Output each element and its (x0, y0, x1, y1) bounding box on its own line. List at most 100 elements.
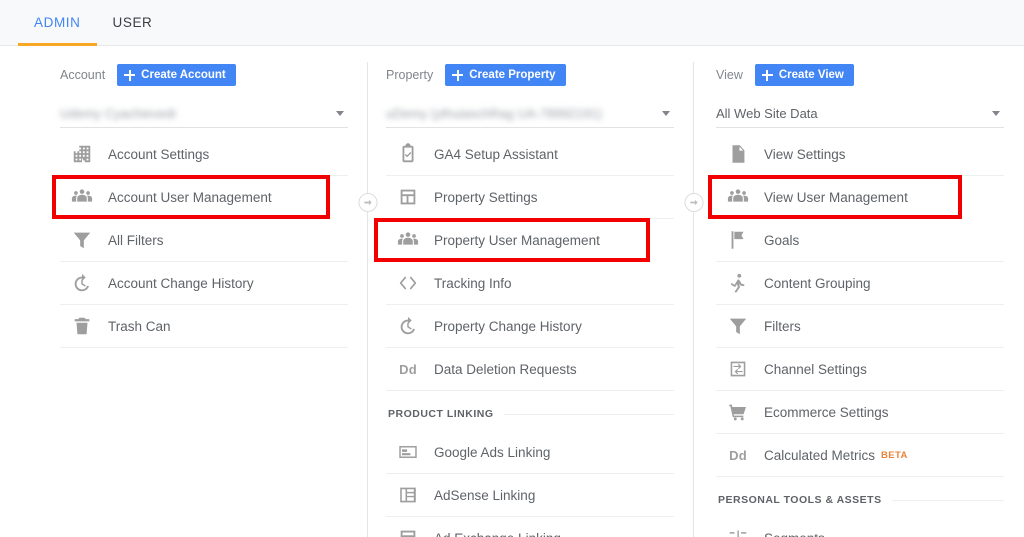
view-selector-value: All Web Site Data (716, 106, 818, 121)
dd-text-icon: Dd (729, 447, 747, 463)
account-selector-value: Udemy Cyachievedi (60, 106, 176, 121)
menu-item-label: Trash Can (108, 318, 171, 334)
menu-item-channel-settings[interactable]: Channel Settings (716, 348, 1004, 391)
column-property: Property Create Property uDemy (ythuiaschR… (368, 62, 703, 537)
property-selector[interactable]: uDemy (ythuiaschRag UA-78992191) (386, 100, 674, 128)
menu-item-ad-exchange-linking[interactable]: Ad Exchange Linking (386, 517, 674, 537)
menu-item-view-settings[interactable]: View Settings (716, 133, 1004, 176)
menu-item-account-user-management[interactable]: Account User Management (52, 175, 348, 219)
create-account-button[interactable]: Create Account (117, 64, 236, 86)
shopping-cart-icon (726, 400, 750, 424)
menu-item-label: Ecommerce Settings (764, 404, 889, 420)
menu-item-label: Goals (764, 232, 800, 248)
menu-item-label: Google Ads Linking (434, 444, 551, 460)
history-clock-icon (70, 271, 94, 295)
flag-icon (726, 228, 750, 252)
property-header-label: Property (386, 68, 434, 82)
menu-item-property-settings[interactable]: Property Settings (386, 176, 674, 219)
funnel-icon (70, 228, 94, 252)
menu-item-content-grouping[interactable]: Content Grouping (716, 262, 1004, 305)
dd-text-icon: Dd (399, 361, 417, 377)
account-header-label: Account (60, 68, 106, 82)
segments-sliders-icon (726, 526, 750, 537)
account-selector[interactable]: Udemy Cyachievedi (60, 100, 348, 128)
menu-item-label: Account Change History (108, 275, 254, 291)
chevron-down-icon[interactable] (662, 111, 670, 116)
history-clock-icon (396, 314, 420, 338)
menu-item-label: Segments (764, 531, 825, 537)
tab-user[interactable]: USER (97, 0, 169, 46)
people-group-icon (70, 185, 94, 209)
beta-badge: BETA (881, 449, 908, 461)
section-header: PERSONAL TOOLS & ASSETS (716, 483, 1004, 517)
admin-columns-board: Account Create Account Udemy Cyachievedi Ac… (0, 46, 1024, 537)
walking-person-icon (726, 271, 750, 295)
menu-item-label: Account User Management (108, 189, 272, 205)
plus-icon (124, 69, 136, 81)
menu-item-label: GA4 Setup Assistant (434, 146, 558, 162)
ad-banner-icon (396, 440, 420, 464)
menu-item-label: Channel Settings (764, 361, 867, 377)
account-column-header: Account Create Account (60, 62, 348, 88)
menu-item-account-settings[interactable]: Account Settings (60, 133, 348, 176)
trash-icon (70, 314, 94, 338)
create-property-button[interactable]: Create Property (445, 64, 566, 86)
menu-item-label: Property Settings (434, 189, 538, 205)
menu-item-label: Filters (764, 318, 801, 334)
building-icon (70, 142, 94, 166)
chevron-down-icon[interactable] (336, 111, 344, 116)
view-selector[interactable]: All Web Site Data (716, 100, 1004, 128)
create-property-button-label: Create Property (469, 69, 556, 81)
menu-item-adsense-linking[interactable]: AdSense Linking (386, 474, 674, 517)
property-column-header: Property Create Property (386, 62, 674, 88)
menu-item-label: Property Change History (434, 318, 582, 334)
create-view-button[interactable]: Create View (754, 64, 854, 86)
menu-item-segments[interactable]: Segments (716, 517, 1004, 537)
view-column-header: View Create View (716, 62, 1004, 88)
adsense-list-icon (396, 483, 420, 507)
property-menu: GA4 Setup Assistant Property Settings Prop… (374, 133, 674, 537)
top-tab-bar: ADMIN USER (0, 0, 1024, 46)
menu-item-filters[interactable]: Filters (716, 305, 1004, 348)
chevron-down-icon[interactable] (992, 111, 1000, 116)
page-document-icon (726, 142, 750, 166)
menu-item-trash-can[interactable]: Trash Can (60, 305, 348, 348)
menu-item-ecommerce-settings[interactable]: Ecommerce Settings (716, 391, 1004, 434)
menu-item-data-deletion-requests[interactable]: Dd Data Deletion Requests (386, 348, 674, 391)
menu-item-all-filters[interactable]: All Filters (60, 219, 348, 262)
menu-item-label: View Settings (764, 146, 846, 162)
section-title: PERSONAL TOOLS & ASSETS (718, 494, 882, 506)
section-divider (891, 499, 1004, 501)
column-account: Account Create Account Udemy Cyachievedi Ac… (0, 62, 377, 537)
channel-settings-icon (726, 357, 750, 381)
create-account-button-label: Create Account (141, 69, 226, 81)
people-group-icon (396, 228, 420, 252)
menu-item-calculated-metrics[interactable]: Dd Calculated Metrics BETA (716, 434, 1004, 477)
menu-item-ga4-setup-assistant[interactable]: GA4 Setup Assistant (386, 133, 674, 176)
menu-item-view-user-management[interactable]: View User Management (708, 175, 1004, 219)
people-group-icon (726, 185, 750, 209)
menu-item-property-change-history[interactable]: Property Change History (386, 305, 674, 348)
view-header-label: View (716, 68, 743, 82)
menu-item-tracking-info[interactable]: Tracking Info (386, 262, 674, 305)
column-view: View Create View All Web Site Data View Set… (694, 62, 1024, 537)
property-selector-value: uDemy (ythuiaschRag UA-78992191) (386, 106, 603, 121)
tab-admin[interactable]: ADMIN (18, 0, 97, 46)
menu-item-label: Calculated Metrics (764, 447, 876, 463)
panel-layout-icon (396, 185, 420, 209)
menu-item-label: Account Settings (108, 146, 210, 162)
menu-item-label: All Filters (108, 232, 164, 248)
menu-item-label: AdSense Linking (434, 487, 536, 503)
section-header: PRODUCT LINKING (386, 397, 674, 431)
panel-layout-icon (396, 526, 420, 537)
menu-item-goals[interactable]: Goals (716, 219, 1004, 262)
funnel-icon (726, 314, 750, 338)
account-menu: Account Settings Account User Management A… (52, 133, 348, 348)
view-menu: View Settings View User Management Goals Co… (708, 133, 1004, 537)
menu-item-account-change-history[interactable]: Account Change History (60, 262, 348, 305)
menu-item-label: Property User Management (434, 232, 600, 248)
menu-item-label: Content Grouping (764, 275, 871, 291)
menu-item-property-user-management[interactable]: Property User Management (374, 218, 674, 262)
menu-item-google-ads-linking[interactable]: Google Ads Linking (386, 431, 674, 474)
section-title: PRODUCT LINKING (388, 408, 494, 420)
